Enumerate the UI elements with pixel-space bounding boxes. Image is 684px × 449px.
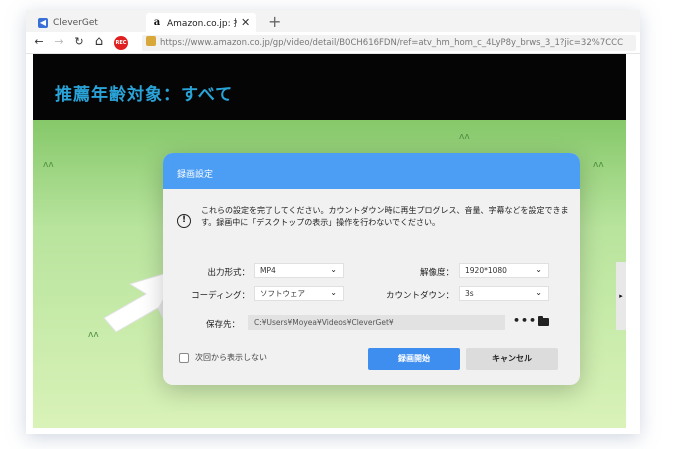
format-label: 出力形式： [207, 268, 250, 278]
countdown-label: カウントダウン： [385, 291, 454, 301]
tab-label: CleverGet [53, 17, 98, 28]
dialog-title: 録画設定 [177, 170, 214, 180]
folder-icon[interactable] [538, 316, 549, 326]
new-tab-button[interactable]: + [268, 12, 281, 31]
hero-banner: 推薦年齢対象：すべて [33, 54, 626, 120]
forward-icon[interactable]: → [52, 35, 66, 49]
save-path-field[interactable]: C:¥Users¥Moyea¥Videos¥CleverGet¥ [248, 315, 505, 330]
rating-heading: 推薦年齢対象：すべて [55, 85, 234, 105]
encoding-label: コーディング： [191, 291, 250, 301]
chevron-down-icon: ⌄ [535, 288, 542, 297]
url-text: https://www.amazon.co.jp/gp/video/detail… [160, 38, 624, 48]
save-location-label: 保存先： [205, 320, 240, 330]
resolution-select[interactable]: 1920*1080 ⌄ [459, 263, 549, 278]
chevron-down-icon: ⌄ [330, 265, 337, 274]
back-icon[interactable]: ← [32, 35, 46, 49]
dont-show-label: 次回から表示しない [195, 353, 267, 362]
tab-strip: ◀ CleverGet a Amazon.co.jp: 推薦年齢 ✕ + [26, 10, 640, 32]
recording-settings-dialog: 録画設定 ! これらの設定を完了してください。カウントダウン時に再生プログレス、… [163, 153, 580, 385]
format-value: MP4 [260, 266, 276, 275]
format-select[interactable]: MP4 ⌄ [254, 263, 344, 278]
tab-amazon[interactable]: a Amazon.co.jp: 推薦年齢 ✕ [146, 13, 256, 32]
cleverget-icon: ◀ [38, 17, 48, 28]
countdown-value: 3s [465, 289, 474, 298]
grass-decoration: ᴧᴧ [43, 160, 54, 170]
encoding-value: ソフトウェア [260, 289, 305, 298]
tab-label: Amazon.co.jp: 推薦年齢 [167, 19, 237, 29]
dialog-header: 録画設定 [163, 153, 580, 189]
close-tab-icon[interactable]: ✕ [241, 16, 250, 29]
more-options-button[interactable]: ••• [513, 314, 537, 327]
site-info-icon[interactable] [146, 36, 156, 46]
chevron-down-icon: ⌄ [330, 288, 337, 297]
home-icon[interactable]: ⌂ [92, 35, 106, 49]
record-button[interactable]: REC [114, 36, 128, 50]
amazon-icon: a [153, 17, 161, 28]
address-bar[interactable]: https://www.amazon.co.jp/gp/video/detail… [142, 35, 636, 51]
cancel-button[interactable]: キャンセル [466, 348, 558, 370]
resolution-value: 1920*1080 [465, 266, 507, 275]
dont-show-checkbox[interactable] [179, 353, 189, 363]
info-icon: ! [177, 214, 191, 228]
dialog-message: これらの設定を完了してください。カウントダウン時に再生プログレス、音量、字幕など… [201, 206, 569, 227]
grass-decoration: ᴧᴧ [593, 160, 604, 170]
grass-decoration: ᴧᴧ [459, 132, 470, 142]
start-recording-button[interactable]: 録画開始 [368, 348, 460, 370]
encoding-select[interactable]: ソフトウェア ⌄ [254, 286, 344, 301]
countdown-select[interactable]: 3s ⌄ [459, 286, 549, 301]
tab-cleverget[interactable]: ◀ CleverGet [32, 13, 140, 32]
reload-icon[interactable]: ↻ [72, 35, 86, 49]
navigation-bar: ← → ↻ ⌂ REC https://www.amazon.co.jp/gp/… [26, 32, 640, 54]
chevron-down-icon: ⌄ [535, 265, 542, 274]
resolution-label: 解像度： [419, 268, 454, 278]
carousel-next-button[interactable]: ▸ [616, 262, 626, 330]
